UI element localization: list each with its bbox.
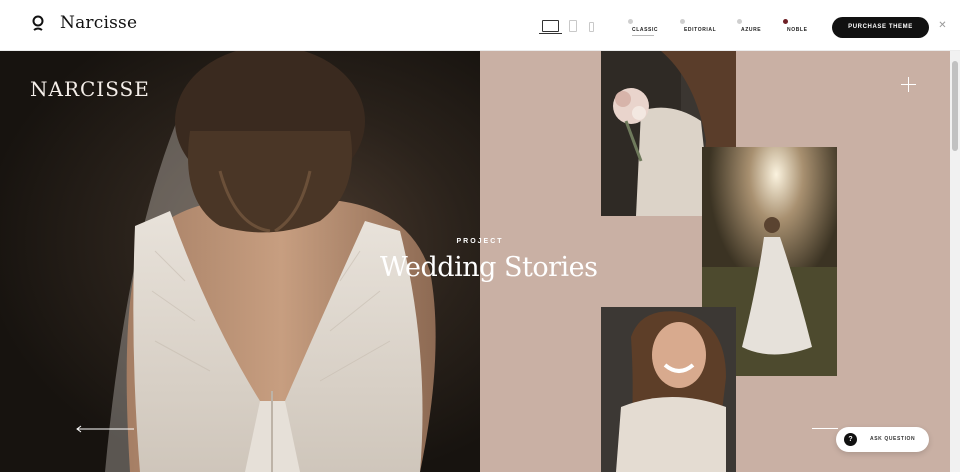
logo-icon[interactable] [31,15,45,33]
scrollbar[interactable] [950,51,960,472]
portrait-photo [601,307,736,472]
arrow-left-icon[interactable] [76,425,134,433]
purchase-theme-button[interactable]: PURCHASE THEME [832,17,929,38]
top-bar: Narcisse CLASSIC EDITORIAL AZURE NOBLE P… [0,0,960,51]
variant-label: AZURE [741,27,762,33]
brand-mark[interactable]: NARCISSE [30,77,150,101]
variant-dot [680,19,685,24]
mobile-icon[interactable] [589,22,594,32]
variant-label: CLASSIC [632,27,659,33]
desktop-icon[interactable] [539,20,562,34]
tablet-icon[interactable] [569,20,577,32]
ask-question-button[interactable]: ? ASK QUESTION [836,427,929,452]
logo-text[interactable]: Narcisse [60,13,137,33]
plus-icon[interactable] [901,77,916,92]
ask-question-label: ASK QUESTION [870,436,916,442]
variant-label: NOBLE [787,27,808,33]
variant-label: EDITORIAL [684,27,717,33]
close-icon[interactable]: ✕ [938,21,947,31]
arrow-right-icon[interactable] [812,428,838,429]
project-kicker: PROJECT [456,238,504,245]
project-title[interactable]: Wedding Stories [380,252,598,283]
question-icon: ? [844,433,857,446]
active-underline [632,35,654,36]
hero-section: NARCISSE PROJECT Wedding Stories [0,51,950,472]
scrollbar-thumb[interactable] [952,61,958,151]
variant-dot [737,19,742,24]
portrait-illustration [601,307,736,472]
variant-dot [628,19,633,24]
variant-dot [783,19,788,24]
